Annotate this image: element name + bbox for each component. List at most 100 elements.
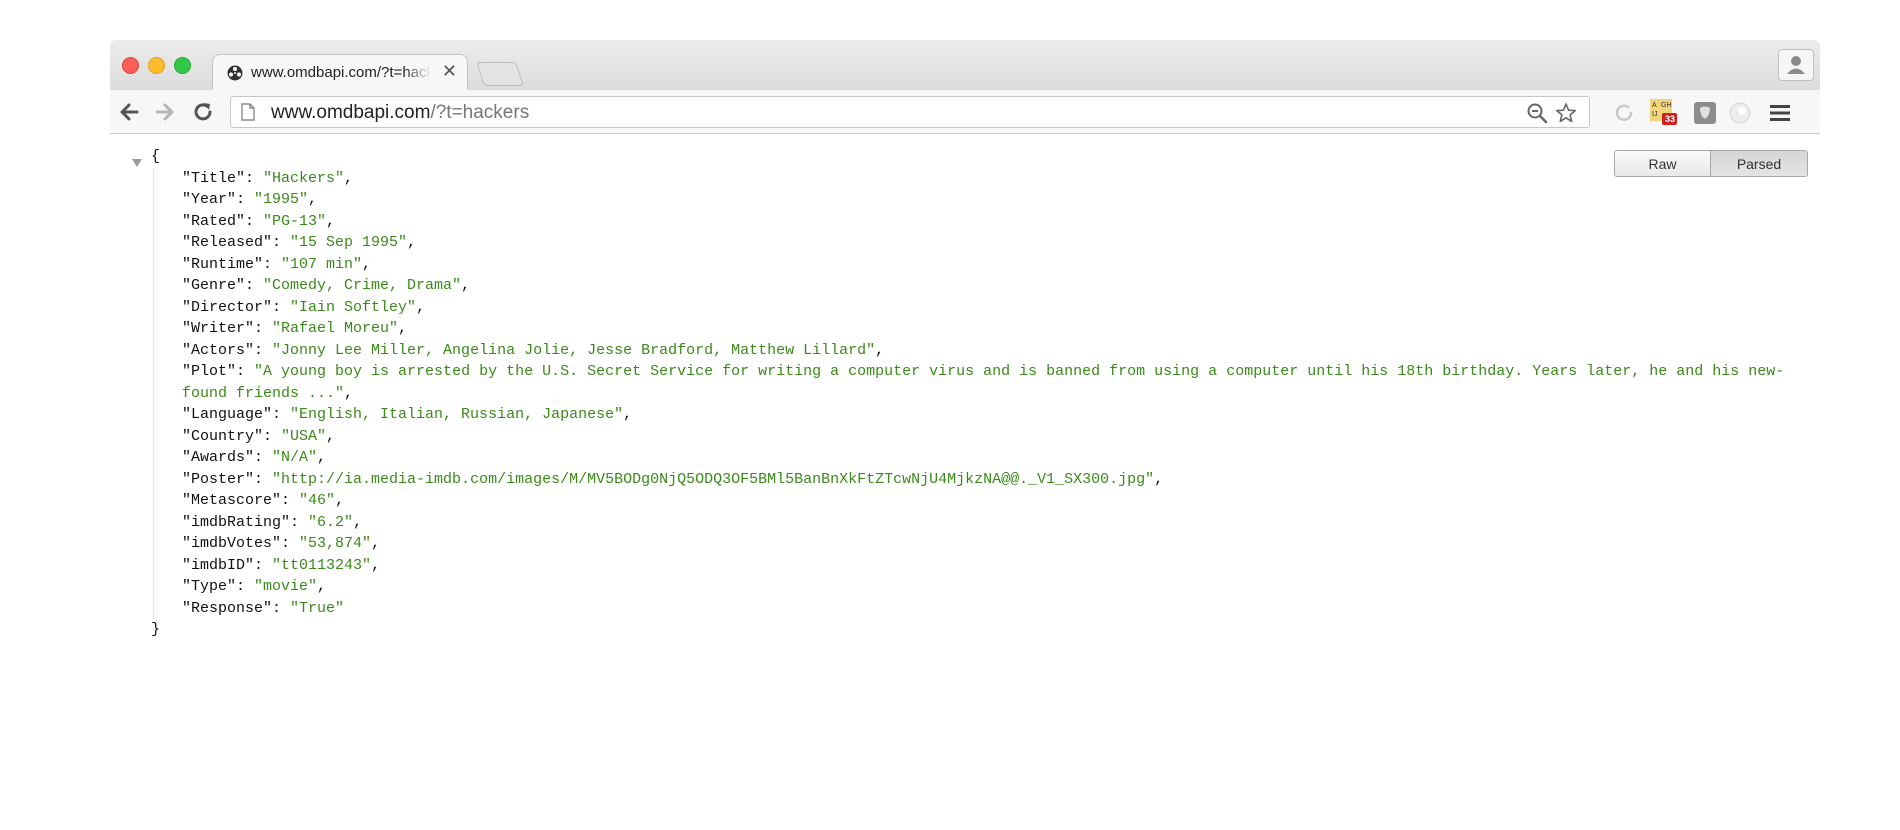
svg-text:IJ: IJ (1652, 111, 1657, 118)
json-colon: : (272, 599, 291, 617)
json-comma: , (1154, 470, 1164, 488)
json-entries: "Title": "Hackers", "Year": "1995", "Rated… (182, 168, 1822, 620)
page-icon (241, 103, 255, 121)
json-comma: , (875, 341, 885, 359)
json-entry: "imdbID": "tt0113243", (182, 555, 1822, 577)
json-key: "Director" (182, 298, 273, 316)
json-entry: "Runtime": "107 min", (182, 254, 1822, 276)
json-comma: , (371, 556, 381, 574)
json-entry: "imdbVotes": "53,874", (182, 533, 1822, 555)
json-comma: , (623, 406, 633, 423)
json-entry: "Poster": "http://ia.media-imdb.com/imag… (182, 469, 1822, 491)
json-entry: "Response": "True" (182, 598, 1822, 620)
json-colon: : (263, 427, 282, 445)
json-entry: "Title": "Hackers", (182, 168, 1822, 190)
profile-button[interactable] (1778, 49, 1814, 81)
json-value: "tt0113243" (272, 556, 372, 574)
json-key: "Year" (182, 191, 237, 208)
json-value: "USA" (281, 427, 327, 445)
json-value: "Rafael Moreu" (272, 320, 399, 337)
hamburger-menu-icon[interactable] (1768, 101, 1792, 125)
json-colon: : (254, 470, 273, 488)
json-key: "imdbVotes" (182, 535, 282, 552)
person-icon (1787, 56, 1805, 74)
json-comma: , (317, 578, 327, 595)
json-colon: : (254, 556, 273, 574)
json-colon: : (254, 449, 273, 466)
zoom-window-button[interactable] (174, 57, 191, 74)
url-text: www.omdbapi.com/?t=hackers (271, 102, 529, 124)
json-colon: : (245, 212, 264, 230)
browser-toolbar: www.omdbapi.com/?t=hackers A GH IJ 33 (110, 90, 1820, 134)
json-colon: : (254, 320, 273, 337)
json-key: "Metascore" (182, 492, 282, 509)
json-key: "Awards" (182, 449, 255, 466)
page-content: { "Title": "Hackers", "Year": "1995", "Rat… (110, 140, 1820, 830)
json-entry: "Plot": "A young boy is arrested by the … (182, 361, 1822, 404)
new-tab-button[interactable] (476, 62, 524, 86)
reload-button[interactable] (190, 99, 216, 125)
json-comma: , (371, 535, 381, 552)
json-entry: "Director": "Iain Softley", (182, 297, 1822, 319)
json-key: "Plot" (182, 363, 237, 380)
json-comma: , (308, 191, 318, 208)
json-colon: : (245, 169, 264, 187)
json-value: "Comedy, Crime, Drama" (263, 277, 462, 294)
json-entry: "Type": "movie", (182, 576, 1822, 598)
json-colon: : (272, 406, 291, 423)
address-bar[interactable]: www.omdbapi.com/?t=hackers (230, 96, 1590, 128)
json-colon: : (236, 191, 255, 208)
raw-button[interactable]: Raw (1615, 151, 1711, 176)
extension-circle-icon[interactable] (1612, 101, 1636, 125)
json-entry: "Language": "English, Italian, Russian, … (182, 404, 1822, 426)
json-value: "A young boy is arrested by the U.S. Sec… (182, 363, 1785, 402)
json-entry: "Genre": "Comedy, Crime, Drama", (182, 275, 1822, 297)
json-value: "Iain Softley" (290, 298, 417, 316)
back-button[interactable] (116, 99, 142, 125)
json-colon: : (263, 255, 282, 273)
json-value: "True" (290, 599, 345, 617)
json-entry: "Rated": "PG-13", (182, 211, 1822, 233)
letters-extension-button[interactable]: A GH IJ 33 (1648, 97, 1678, 127)
star-icon[interactable] (1555, 102, 1577, 124)
extension-badge: 33 (1664, 114, 1675, 124)
close-window-button[interactable] (122, 57, 139, 74)
extension-ghost-icon[interactable] (1728, 101, 1752, 125)
json-value: "Hackers" (263, 169, 345, 187)
json-colon: : (281, 492, 300, 509)
json-colon: : (281, 535, 300, 552)
json-comma: , (461, 277, 471, 294)
forward-button[interactable] (152, 99, 178, 125)
json-key: "Released" (182, 234, 273, 251)
open-brace: { (151, 148, 161, 165)
json-value: "English, Italian, Russian, Japanese" (290, 406, 624, 423)
json-key: "Response" (182, 599, 273, 617)
json-colon: : (290, 513, 309, 531)
json-key: "Rated" (182, 212, 246, 230)
title-bar: www.omdbapi.com/?t=hackers ✕ (110, 40, 1820, 90)
url-host: www.omdbapi.com (271, 102, 431, 123)
json-entry: "Country": "USA", (182, 426, 1822, 448)
parsed-button[interactable]: Parsed (1711, 151, 1807, 176)
json-colon: : (254, 341, 273, 359)
json-comma: , (416, 298, 426, 316)
tab-omdbapi[interactable]: www.omdbapi.com/?t=hackers ✕ (212, 54, 468, 90)
close-tab-icon[interactable]: ✕ (442, 61, 457, 82)
film-reel-icon (227, 65, 243, 81)
json-key: "Type" (182, 578, 237, 595)
json-value: "6.2" (308, 513, 354, 531)
json-comma: , (362, 255, 372, 273)
zoom-icon[interactable] (1526, 102, 1548, 124)
json-key: "Actors" (182, 341, 255, 359)
json-comma: , (407, 234, 417, 251)
url-path: /?t=hackers (430, 102, 530, 123)
json-key: "Country" (182, 427, 264, 445)
json-key: "Title" (182, 169, 246, 187)
extension-shield-icon[interactable] (1693, 101, 1717, 125)
json-key: "imdbRating" (182, 513, 291, 531)
json-entry: "Year": "1995", (182, 189, 1822, 211)
minimize-window-button[interactable] (148, 57, 165, 74)
collapse-toggle-icon[interactable] (132, 159, 142, 167)
json-comma: , (344, 169, 354, 187)
json-value: "1995" (254, 191, 309, 208)
